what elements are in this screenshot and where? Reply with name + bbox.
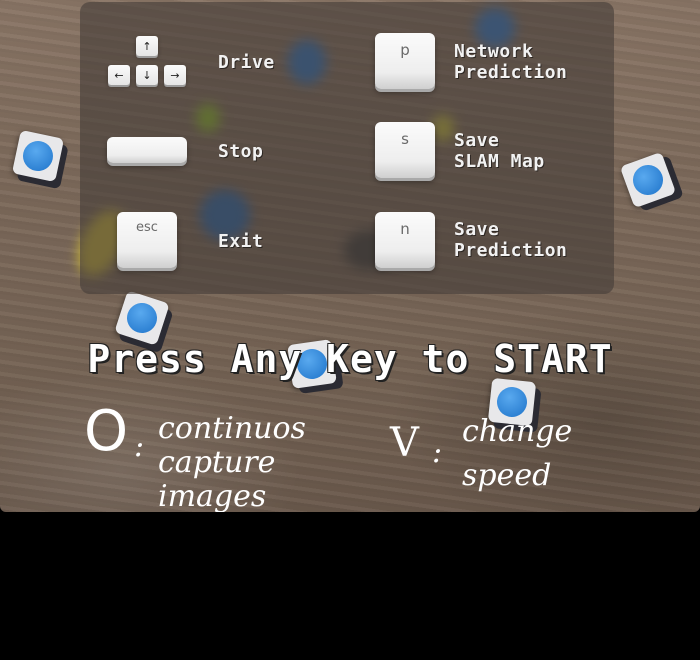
- v-colon: :: [432, 435, 443, 470]
- arrow-left-key: ←: [108, 65, 130, 85]
- p-key-icon: p: [375, 33, 435, 89]
- spacebar-key-icon: [107, 137, 187, 163]
- network-prediction-label: Network Prediction: [454, 41, 568, 83]
- arrow-up-key: ↑: [136, 36, 158, 56]
- o-description: continuos capture images: [158, 411, 306, 513]
- v-key-note: V: [390, 420, 419, 466]
- cube-object: [619, 151, 677, 209]
- stop-label: Stop: [218, 141, 264, 162]
- esc-key-icon: esc: [117, 212, 177, 268]
- save-slam-map-label: Save SLAM Map: [454, 130, 545, 172]
- o-colon: :: [134, 429, 145, 464]
- v-description: change speed: [462, 414, 573, 493]
- exit-label: Exit: [218, 231, 264, 252]
- s-key-icon: s: [375, 122, 435, 178]
- camera-background: ↑ ← ↓ → Drive Stop esc Exit p Network Pr…: [0, 0, 700, 512]
- o-key-note: O: [84, 399, 129, 464]
- arrow-down-key: ↓: [136, 65, 158, 85]
- n-key-icon: n: [375, 212, 435, 268]
- save-prediction-label: Save Prediction: [454, 219, 568, 261]
- start-prompt: Press Any Key to START: [87, 337, 613, 381]
- drive-label: Drive: [218, 52, 275, 73]
- arrow-right-key: →: [164, 65, 186, 85]
- cube-object: [11, 129, 65, 183]
